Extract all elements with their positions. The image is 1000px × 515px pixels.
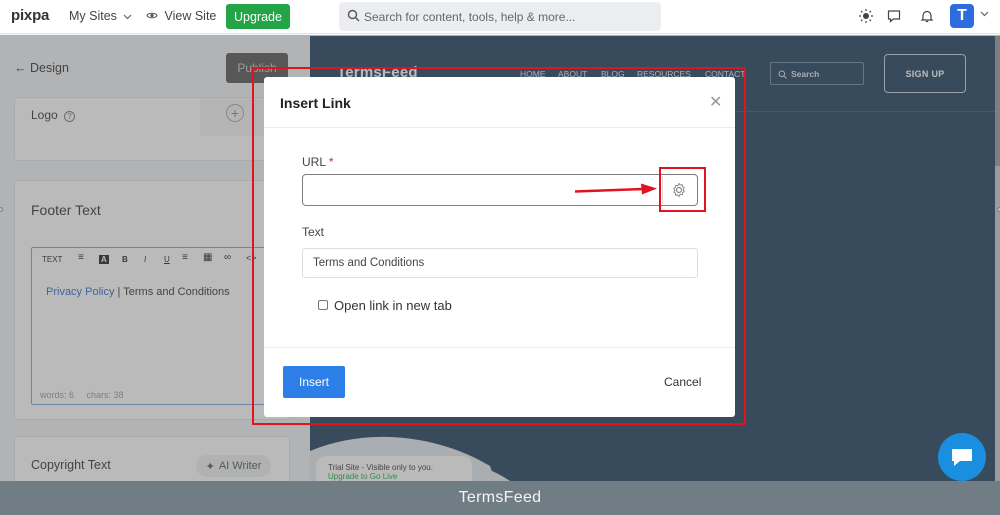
my-sites-menu[interactable]: My Sites [69,9,132,23]
highlight-box-settings [659,167,706,212]
eye-icon [146,12,158,19]
feedback-icon[interactable] [887,9,901,23]
avatar[interactable]: T [950,4,974,28]
app-logo[interactable]: pixpa [11,7,49,24]
chat-bubble-icon [952,449,972,466]
top-bar: pixpa My Sites View Site Upgrade Search … [0,0,1000,34]
my-sites-label: My Sites [69,9,117,23]
search-placeholder: Search for content, tools, help & more..… [364,10,576,24]
chevron-down-icon [123,14,132,20]
global-search[interactable]: Search for content, tools, help & more..… [339,2,661,31]
bell-icon[interactable] [920,9,934,23]
annotation-arrow-icon [574,183,657,195]
sun-icon[interactable] [859,9,873,23]
search-icon [347,9,360,22]
highlight-box-dialog [252,67,746,425]
view-site-link[interactable]: View Site [146,9,216,23]
upgrade-button[interactable]: Upgrade [226,4,290,29]
view-site-label: View Site [164,9,217,23]
caption-bar: TermsFeed [0,481,1000,515]
chat-button[interactable] [938,433,986,481]
chevron-down-icon[interactable] [980,11,989,17]
